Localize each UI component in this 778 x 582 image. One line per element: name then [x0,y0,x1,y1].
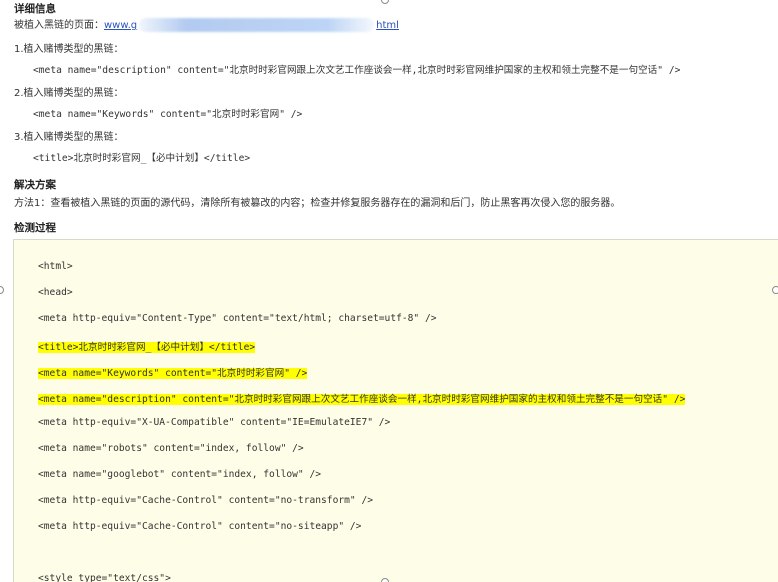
code-line: <meta name="robots" content="index, foll… [38,443,304,454]
code-line: <style type="text/css"> [38,573,171,582]
implanted-page-url-end: html [376,20,399,31]
type2-code: <meta name="Keywords" content="北京时时彩官网" … [33,109,303,120]
type1-title: 1.植入赌博类型的黑链： [14,44,124,55]
report-page: 详细信息 被植入黑链的页面：www.g html 1.植入赌博类型的黑链： <me… [0,0,778,582]
redacted-url-blur [139,18,375,32]
highlighted-code-line: <meta name="Keywords" content="北京时时彩官网" … [38,368,308,379]
resize-handle-left[interactable] [0,286,4,294]
resize-handle-right[interactable] [772,286,778,294]
implanted-page-url-start: www.g [104,20,138,31]
detection-heading: 检测过程 [14,222,56,234]
highlighted-code-line: <title>北京时时彩官网_【必中计划】</title> [38,342,256,353]
code-line: <html> [38,261,73,272]
solution-text: 方法1：查看被植入黑链的页面的源代码，清除所有被篡改的内容；检查并修复服务器存在… [14,198,621,209]
code-line: <meta http-equiv="X-UA-Compatible" conte… [38,417,391,428]
resize-handle-bottom[interactable] [381,578,389,582]
code-line: <meta http-equiv="Cache-Control" content… [38,495,374,506]
implanted-page-link[interactable]: www.g html [104,18,399,32]
type2-title: 2.植入赌博类型的黑链： [14,88,124,99]
solution-heading: 解决方案 [14,179,56,191]
implanted-page-label: 被植入黑链的页面： [14,20,104,31]
code-line: <meta http-equiv="Content-Type" content=… [38,313,437,324]
type3-title: 3.植入赌博类型的黑链： [14,132,124,143]
type1-code: <meta name="description" content="北京时时彩官… [33,65,681,76]
code-line: <meta http-equiv="Cache-Control" content… [38,521,362,532]
code-line: <head> [38,287,73,298]
type3-code: <title>北京时时彩官网_【必中计划】</title> [33,153,251,164]
details-heading: 详细信息 [14,3,56,15]
resize-handle-top[interactable] [381,0,389,4]
code-line: <meta name="googlebot" content="index, f… [38,469,322,480]
implanted-page-line: 被植入黑链的页面：www.g html [14,16,399,32]
source-code-box: <html> <head> <meta http-equiv="Content-… [13,239,778,582]
highlighted-code-line: <meta name="description" content="北京时时彩官… [38,394,686,405]
